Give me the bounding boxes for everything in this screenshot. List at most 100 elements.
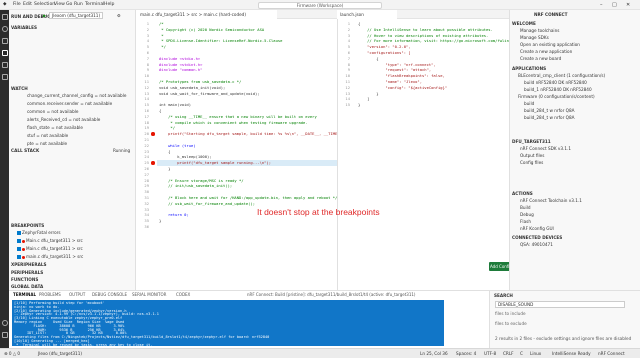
search-input[interactable]: DISABLE_SOUND: [495, 301, 625, 308]
code-line[interactable]: }: [159, 218, 161, 223]
tab-serial-monitor[interactable]: SERIAL MONITOR: [132, 292, 166, 297]
debug-action[interactable]: Debug: [520, 212, 534, 217]
line-number[interactable]: 6: [338, 50, 350, 55]
line-number[interactable]: 31: [137, 195, 149, 200]
code-line[interactable]: // usb_wait_for_firmware_and_update();: [159, 201, 255, 206]
platform-status[interactable]: Linux: [530, 351, 541, 356]
line-number[interactable]: 12: [338, 85, 350, 90]
code-line[interactable]: }: [358, 91, 378, 96]
welcome-item[interactable]: Create a new board: [520, 56, 561, 61]
code-line[interactable]: printf("dfu_target sample running...\n")…: [159, 160, 271, 165]
line-number[interactable]: 35: [137, 218, 149, 223]
tab-launch-json[interactable]: launch.json: [337, 10, 397, 19]
debug-config-status[interactable]: Jlexo (dfu_target311): [38, 351, 82, 356]
code-line[interactable]: "name": "Jlexo",: [358, 79, 422, 84]
line-number[interactable]: 16: [137, 108, 149, 113]
code-line[interactable]: #include <stdint.h>: [159, 62, 202, 67]
code-line[interactable]: "type": "nrf-connect",: [358, 62, 435, 67]
menu-file[interactable]: File: [13, 2, 21, 7]
start-debug-icon[interactable]: ▶: [43, 13, 46, 18]
watch-section[interactable]: WATCH: [11, 86, 28, 91]
language-status[interactable]: C: [520, 351, 523, 356]
line-number[interactable]: 36: [137, 224, 149, 229]
breakpoint-item[interactable]: ZephyrFatal errors: [17, 230, 61, 235]
watch-item[interactable]: common.receiver.sender = not available: [27, 101, 112, 106]
cursor-position[interactable]: Ln 25, Col 36: [420, 351, 448, 356]
menu-view[interactable]: View: [54, 2, 65, 7]
line-number[interactable]: 7: [338, 56, 350, 61]
menu-help[interactable]: Help: [104, 2, 114, 7]
problems-status[interactable]: ⊗ 0 △ 0: [4, 351, 20, 356]
line-number[interactable]: 7: [137, 56, 149, 61]
tab-main-c[interactable]: main.c dfu_target311 > src > main.c (har…: [137, 10, 277, 19]
line-number[interactable]: 8: [338, 62, 350, 67]
line-number[interactable]: 13: [338, 91, 350, 96]
application-item[interactable]: Firmware (0 configuration/s/content): [518, 94, 595, 99]
line-number[interactable]: 14: [338, 96, 350, 101]
call-stack-section[interactable]: CALL STACK: [11, 148, 39, 153]
line-number[interactable]: 13: [137, 91, 149, 96]
search-icon[interactable]: [1, 26, 8, 32]
code-line[interactable]: {: [358, 21, 360, 26]
line-number[interactable]: 18: [137, 120, 149, 125]
line-number[interactable]: 21: [137, 137, 149, 142]
sdk-item[interactable]: nRF Connect SDK v3.1.1: [520, 146, 571, 151]
code-line[interactable]: "request": "attach",: [358, 67, 431, 72]
code-line[interactable]: #include <stdio.h>: [159, 56, 200, 61]
code-line[interactable]: // Use IntelliSense to learn about possi…: [358, 27, 493, 32]
eol-status[interactable]: CRLF: [503, 351, 514, 356]
command-center-search[interactable]: Firmware (Workspace): [258, 1, 382, 9]
line-number[interactable]: 2: [137, 27, 149, 32]
line-number[interactable]: 32: [137, 201, 149, 206]
output-files-item[interactable]: Output files: [520, 153, 544, 158]
breakpoint-item[interactable]: Main.c dfu_target311 > src: [17, 246, 83, 251]
nrf-connect-status[interactable]: nRF Connect: [598, 351, 625, 356]
code-line[interactable]: int main(void): [159, 102, 191, 107]
line-number[interactable]: 22: [137, 143, 149, 148]
line-number[interactable]: 10: [137, 73, 149, 78]
tab-debug-console[interactable]: DEBUG CONSOLE: [92, 292, 127, 297]
debug-config-select[interactable]: Jlexom (dfu_target311): [49, 12, 104, 19]
toolchain-item[interactable]: nRF Connect Toolchain v3.1.1: [520, 198, 582, 203]
line-number[interactable]: 9: [137, 67, 149, 72]
tab-problems[interactable]: PROBLEMS: [39, 292, 61, 297]
account-icon[interactable]: [1, 320, 8, 326]
extensions-icon[interactable]: [1, 62, 8, 68]
code-line[interactable]: k_msleep(1000);: [159, 154, 211, 159]
welcome-section[interactable]: WELCOME: [512, 21, 536, 26]
terminal-output[interactable]: [1/10] Performing build step for 'mcuboo…: [12, 300, 444, 346]
variables-section[interactable]: VARIABLES: [11, 25, 37, 30]
watch-item[interactable]: change_current_channel_config = not avai…: [27, 93, 126, 98]
code-line[interactable]: {: [358, 56, 378, 61]
build-item[interactable]: build_284_t w nrfor Q8A: [524, 115, 575, 120]
line-number[interactable]: 4: [137, 38, 149, 43]
code-line[interactable]: }: [358, 102, 360, 107]
line-number[interactable]: 20: [137, 131, 149, 136]
code-line[interactable]: /*: [159, 21, 164, 26]
line-number[interactable]: 5: [137, 44, 149, 49]
build-item[interactable]: build_284_t w nrfor Q8A: [524, 108, 575, 113]
actions-section[interactable]: ACTIONS: [512, 191, 533, 196]
breakpoints-section[interactable]: BREAKPOINTS: [11, 223, 44, 228]
code-line[interactable]: * SPDX-License-Identifier: LicenseRef-No…: [159, 38, 282, 43]
menu-run[interactable]: Run: [74, 2, 83, 7]
device-item[interactable]: QSA: 49010471: [520, 242, 553, 247]
line-number[interactable]: 29: [137, 183, 149, 188]
flash-action[interactable]: Flash: [520, 219, 531, 224]
welcome-item[interactable]: Create a new application: [520, 49, 572, 54]
code-line[interactable]: /* using __TIME__ ensure that a new bina…: [159, 114, 317, 119]
encoding-status[interactable]: UTF-8: [484, 351, 496, 356]
breakpoint-item[interactable]: Main.c dfu_target311 > src: [17, 238, 83, 243]
code-editor-main[interactable]: 1 /* 2 * Copyright (c) 2020 Nordic Semicon…: [137, 19, 337, 290]
line-number[interactable]: 12: [137, 85, 149, 90]
code-line[interactable]: // Hover to view descriptions of existin…: [358, 33, 488, 38]
menu-edit[interactable]: Edit: [23, 2, 32, 7]
code-line[interactable]: "configurations": [: [358, 50, 410, 55]
code-line[interactable]: return 0;: [159, 212, 189, 217]
code-line[interactable]: while (true): [159, 143, 195, 148]
tab-codex[interactable]: CODEX: [176, 292, 190, 297]
line-number[interactable]: 10: [338, 73, 350, 78]
kconfig-action[interactable]: nRF Kconfig GUI: [520, 226, 554, 231]
line-number[interactable]: 5: [338, 44, 350, 49]
applications-section[interactable]: APPLICATIONS: [512, 66, 546, 71]
